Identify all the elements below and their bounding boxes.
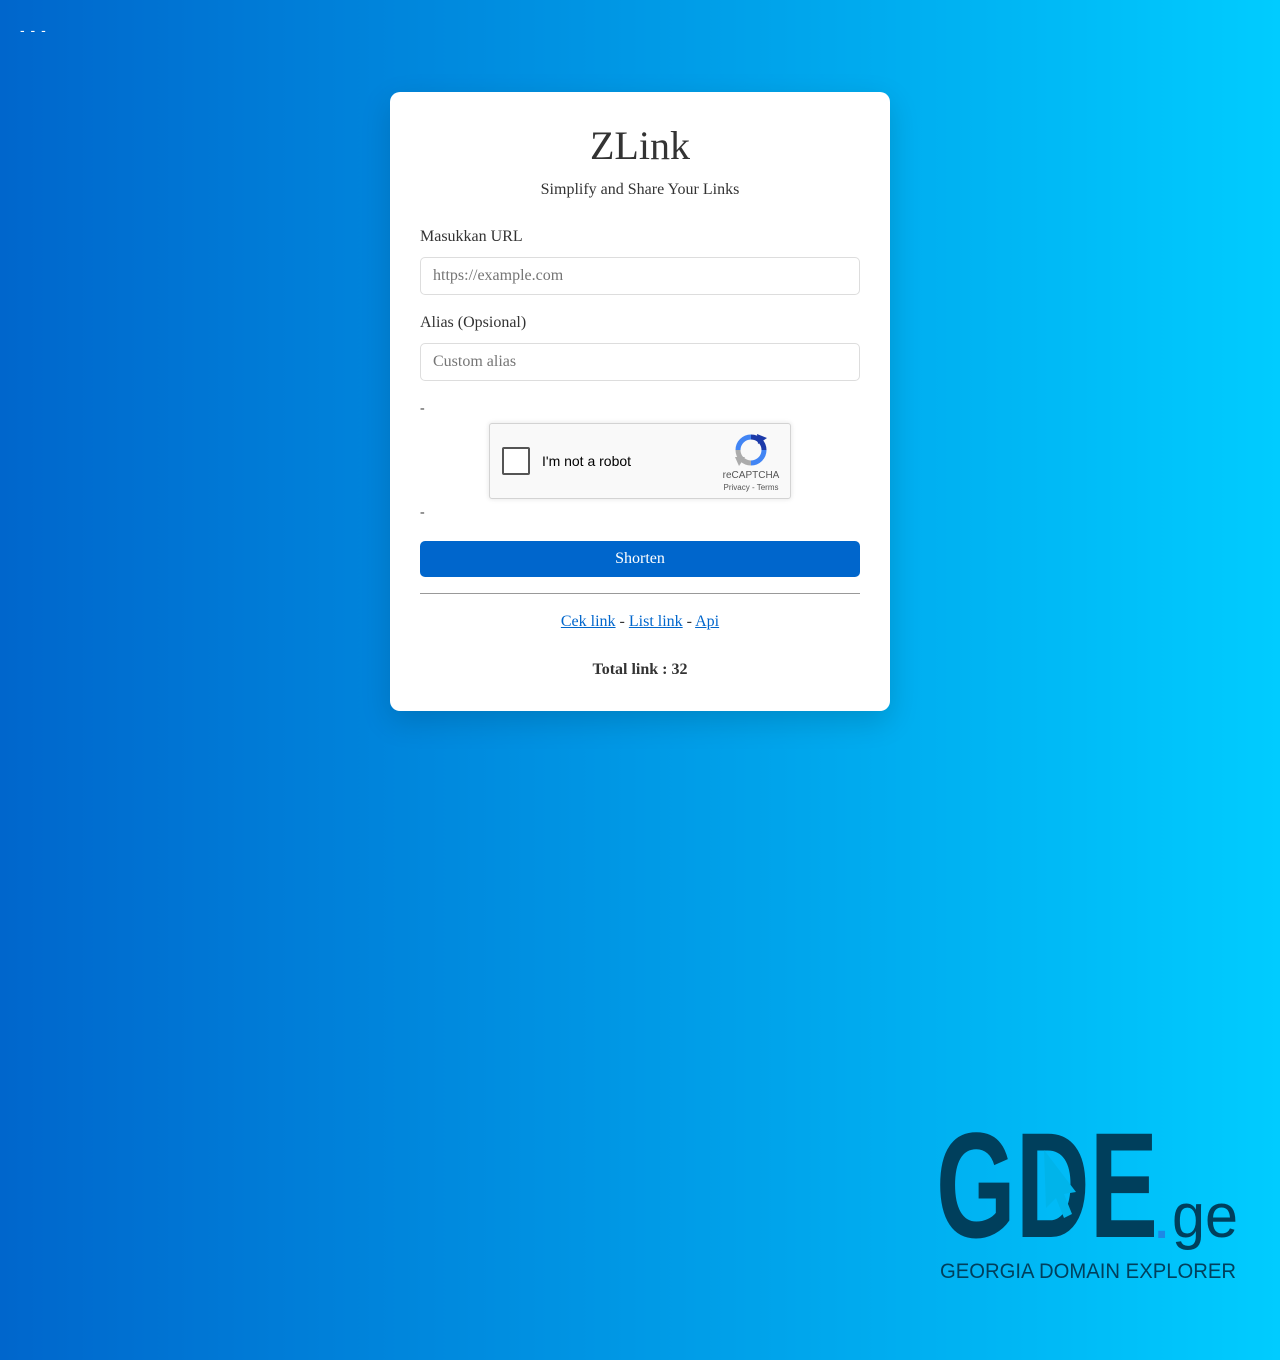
url-input[interactable] (420, 257, 860, 295)
gde-logo-tagline: GEORGIA DOMAIN EXPLORER (940, 1260, 1236, 1283)
recaptcha-privacy-link[interactable]: Privacy (724, 483, 750, 492)
link-separator-2: - (682, 613, 696, 630)
recaptcha-logo-icon (735, 434, 767, 466)
total-links-count: Total link : 32 (592, 661, 688, 678)
recaptcha-brand: reCAPTCHA (722, 470, 780, 481)
cek-link[interactable]: Cek link (561, 613, 616, 630)
shorten-button[interactable]: Shorten (420, 541, 860, 577)
recaptcha-checkbox[interactable] (502, 447, 530, 475)
shortener-card: ZLink Simplify and Share Your Links Masu… (390, 92, 890, 711)
page-subtitle: Simplify and Share Your Links (540, 181, 740, 198)
footer-links: Cek link - List link - Api (420, 612, 860, 632)
captcha-dash-above: - (420, 401, 425, 416)
list-link[interactable]: List link (629, 613, 683, 630)
recaptcha-label: I'm not a robot (542, 453, 632, 469)
link-separator-1: - (615, 613, 629, 630)
url-label: Masukkan URL (420, 228, 523, 245)
page-title: ZLink (590, 123, 690, 168)
top-dashes: - - - (20, 22, 47, 38)
alias-label: Alias (Opsional) (420, 314, 527, 331)
recaptcha-widget: I'm not a robot reCAPTCHA Privacy - Term… (489, 423, 791, 499)
alias-input[interactable] (420, 343, 860, 381)
api-link[interactable]: Api (695, 613, 719, 630)
recaptcha-terms-link[interactable]: Terms (757, 483, 779, 492)
recaptcha-links: Privacy - Terms (700, 483, 802, 493)
recaptcha-links-separator: - (749, 483, 757, 492)
captcha-dash-below: - (420, 505, 425, 520)
gde-logo[interactable]: GDE . ge GEORGIA DOMAIN EXPLORER (936, 1112, 1240, 1288)
gde-logo-tld: ge (1172, 1182, 1238, 1251)
gde-logo-dot: . (1155, 1196, 1168, 1249)
divider (420, 593, 860, 594)
